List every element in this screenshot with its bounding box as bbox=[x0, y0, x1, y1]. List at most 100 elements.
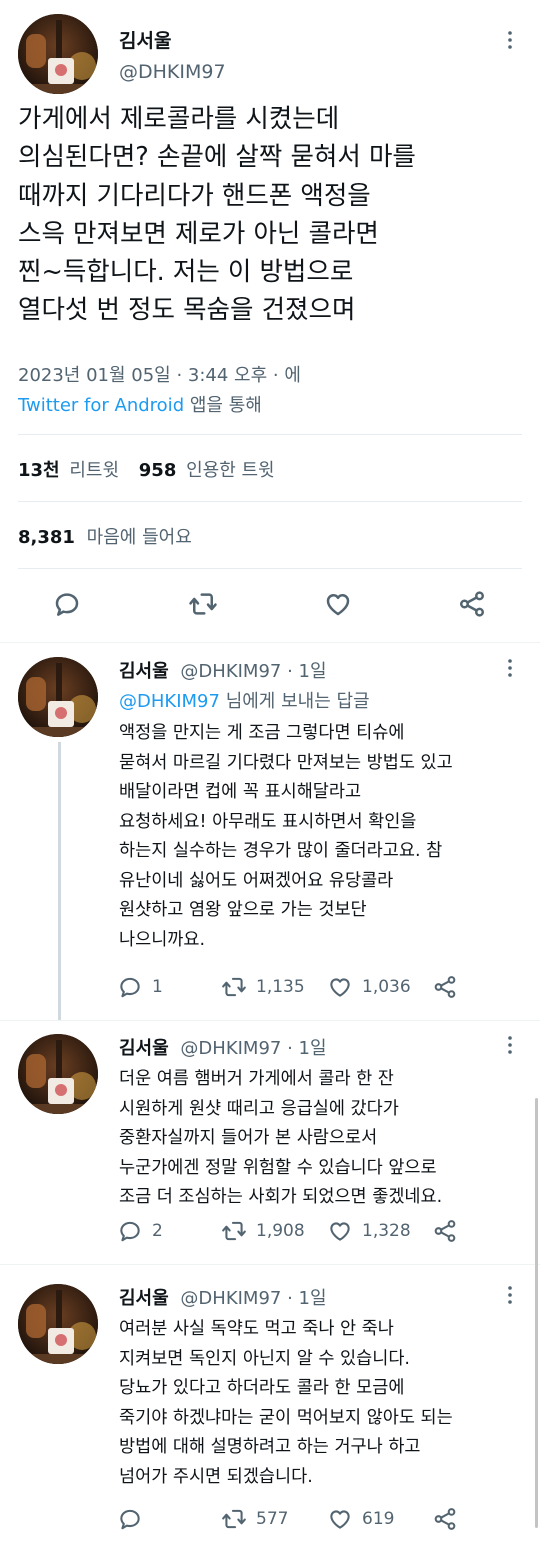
more-dots-icon[interactable] bbox=[505, 658, 515, 682]
author-name[interactable]: 김서울 bbox=[119, 26, 171, 53]
retweet-button[interactable]: 1,908 bbox=[221, 1218, 305, 1244]
reply-text-line: 여러분 사실 독약도 먹고 죽나 안 죽나 bbox=[119, 1319, 394, 1339]
timestamp[interactable]: 2023년 01월 05일 · 3:44 오후 · 에 bbox=[18, 361, 301, 387]
retweets-label[interactable]: 리트윗 bbox=[69, 460, 119, 481]
quotes-label[interactable]: 인용한 트윗 bbox=[186, 460, 275, 481]
reply-header: 김서울 @DHKIM97 · 1일 bbox=[119, 1034, 327, 1060]
author-name[interactable]: 김서울 bbox=[119, 1038, 169, 1059]
retweet-icon bbox=[222, 1509, 246, 1529]
reply-text-line: 요청하세요! 아무래도 표시하면서 확인을 bbox=[119, 811, 417, 832]
share-icon bbox=[460, 591, 484, 617]
tweet-text-line: 의심된다면? 손끝에 살짝 묻혀서 마를 bbox=[18, 142, 416, 173]
replying-to: @DHKIM97 님에게 보내는 답글 bbox=[119, 687, 370, 713]
like-button[interactable] bbox=[323, 589, 353, 623]
tweet-text-line: 가게에서 제로콜라를 시켰는데 bbox=[18, 104, 340, 134]
source-line: Twitter for Android 앱을 통해 bbox=[18, 391, 262, 417]
author-handle[interactable]: @DHKIM97 bbox=[119, 61, 226, 83]
share-button[interactable] bbox=[432, 974, 458, 1000]
likes-stats: 8,381 마음에 들어요 bbox=[18, 523, 192, 549]
heart-icon bbox=[330, 1510, 350, 1529]
tweet-text-line: 열다섯 번 정도 목숨을 건졌으며 bbox=[18, 295, 356, 326]
reply-header: 김서울 @DHKIM97 · 1일 bbox=[119, 657, 327, 683]
avatar[interactable] bbox=[18, 657, 98, 737]
divider bbox=[18, 568, 522, 569]
reply-text-line: 묻혀서 마르길 기다렸다 만져보는 방법도 있고 bbox=[119, 752, 453, 773]
tweet-text-line: 스윽 만져보면 제로가 아닌 콜라면 bbox=[18, 218, 379, 249]
author-name[interactable]: 김서울 bbox=[119, 661, 169, 682]
share-icon bbox=[434, 1508, 456, 1530]
reply-text-line: 누군가에겐 정말 위험할 수 있습니다 앞으로 bbox=[119, 1157, 437, 1178]
reply-text-line: 하는지 실수하는 경우가 많이 줄더라고요. 참 bbox=[119, 841, 443, 861]
reply-header: 김서울 @DHKIM97 · 1일 bbox=[119, 1284, 327, 1310]
reply-text-line: 죽기야 하겠냐마는 굳이 먹어보지 않아도 되는 bbox=[119, 1407, 453, 1428]
retweet-icon bbox=[189, 593, 217, 615]
replying-to-handle[interactable]: @DHKIM97 bbox=[119, 691, 220, 712]
reply-text-line: 지켜보면 독인지 아닌지 알 수 있습니다. bbox=[119, 1348, 410, 1369]
reply-text-line: 시원하게 원샷 때리고 응급실에 갔다가 bbox=[119, 1098, 399, 1119]
reply-icon bbox=[120, 1221, 140, 1242]
reply-button[interactable]: 1 bbox=[117, 974, 163, 1000]
reply-text-line: 원샷하고 염왕 앞으로 가는 것보단 bbox=[119, 900, 367, 920]
reply-icon bbox=[120, 977, 140, 998]
like-button[interactable]: 1,328 bbox=[327, 1218, 411, 1244]
reply-icon bbox=[55, 593, 79, 616]
reply-text-line: 배달이라면 컵에 꼭 표시해달라고 bbox=[119, 782, 362, 802]
source-suffix: 앱을 통해 bbox=[189, 395, 262, 416]
reply-text: 더운 여름 햄버거 가게에서 콜라 한 잔 시원하게 원샷 때리고 응급실에 갔… bbox=[119, 1065, 519, 1213]
retweet-button[interactable]: 1,135 bbox=[221, 974, 305, 1000]
divider bbox=[18, 501, 522, 502]
handle-time[interactable]: @DHKIM97 · 1일 bbox=[180, 1288, 326, 1309]
reply-text-line: 넘어가 주시면 되겠습니다. bbox=[119, 1466, 313, 1487]
avatar[interactable] bbox=[18, 1034, 98, 1114]
handle-time[interactable]: @DHKIM97 · 1일 bbox=[180, 661, 326, 682]
divider bbox=[18, 434, 522, 435]
reply-text-line: 나으니까요. bbox=[119, 929, 206, 950]
reply-button[interactable] bbox=[52, 589, 82, 623]
retweet-button[interactable] bbox=[188, 589, 218, 623]
retweets-count[interactable]: 13천 bbox=[18, 460, 60, 481]
like-count: 1,036 bbox=[362, 977, 411, 997]
like-button[interactable]: 1,036 bbox=[327, 974, 411, 1000]
share-button[interactable] bbox=[457, 589, 487, 623]
share-icon bbox=[434, 1220, 456, 1242]
likes-count[interactable]: 8,381 bbox=[18, 527, 75, 548]
reply-text: 액정을 만지는 게 조금 그렇다면 티슈에 묻혀서 마르길 기다렸다 만져보는 … bbox=[119, 719, 519, 955]
divider bbox=[0, 1020, 540, 1021]
reply-count: 2 bbox=[152, 1221, 163, 1241]
handle-time[interactable]: @DHKIM97 · 1일 bbox=[180, 1038, 326, 1059]
tweet-text-line: 때까지 기다리다가 핸드폰 액정을 bbox=[18, 180, 371, 211]
quotes-count[interactable]: 958 bbox=[139, 460, 177, 481]
more-dots-icon[interactable] bbox=[505, 30, 515, 54]
reply-text-line: 방법에 대해 설명하려고 하는 거구나 하고 bbox=[119, 1437, 421, 1457]
avatar[interactable] bbox=[18, 1284, 98, 1364]
heart-icon bbox=[330, 1222, 350, 1241]
reply-text-line: 더운 여름 햄버거 가게에서 콜라 한 잔 bbox=[119, 1069, 394, 1089]
more-dots-icon[interactable] bbox=[505, 1285, 515, 1309]
more-dots-icon[interactable] bbox=[505, 1035, 515, 1059]
author-name[interactable]: 김서울 bbox=[119, 1288, 169, 1309]
likes-label[interactable]: 마음에 들어요 bbox=[87, 527, 192, 548]
avatar[interactable] bbox=[18, 14, 98, 94]
share-button[interactable] bbox=[432, 1218, 458, 1244]
source-app-link[interactable]: Twitter for Android bbox=[18, 395, 184, 416]
reply-text-line: 중환자실까지 들어가 본 사람으로서 bbox=[119, 1128, 378, 1148]
divider bbox=[0, 1264, 540, 1265]
reply-icon bbox=[120, 1509, 140, 1530]
retweet-count: 1,135 bbox=[256, 977, 305, 997]
reply-button[interactable]: 2 bbox=[117, 1218, 163, 1244]
reply-text-line: 조금 더 조심하는 사회가 되었으면 좋겠네요. bbox=[119, 1187, 443, 1207]
like-count: 1,328 bbox=[362, 1221, 411, 1241]
tweet-text: 가게에서 제로콜라를 시켰는데 의심된다면? 손끝에 살짝 묻혀서 마를 때까지… bbox=[18, 100, 523, 330]
share-button[interactable] bbox=[432, 1506, 458, 1532]
scrollbar[interactable] bbox=[535, 1098, 538, 1528]
heart-icon bbox=[330, 978, 350, 997]
reply-text-line: 유난이네 싫어도 어쩌겠어요 유당콜라 bbox=[119, 870, 394, 891]
like-button[interactable]: 619 bbox=[327, 1506, 394, 1532]
share-icon bbox=[434, 976, 456, 998]
reply-button[interactable] bbox=[117, 1506, 143, 1532]
reply-text-line: 액정을 만지는 게 조금 그렇다면 티슈에 bbox=[119, 723, 405, 743]
retweet-button[interactable]: 577 bbox=[221, 1506, 288, 1532]
reply-text-line: 당뇨가 있다고 하더라도 콜라 한 모금에 bbox=[119, 1378, 405, 1398]
reply-count: 1 bbox=[152, 977, 163, 997]
heart-icon bbox=[326, 594, 350, 616]
